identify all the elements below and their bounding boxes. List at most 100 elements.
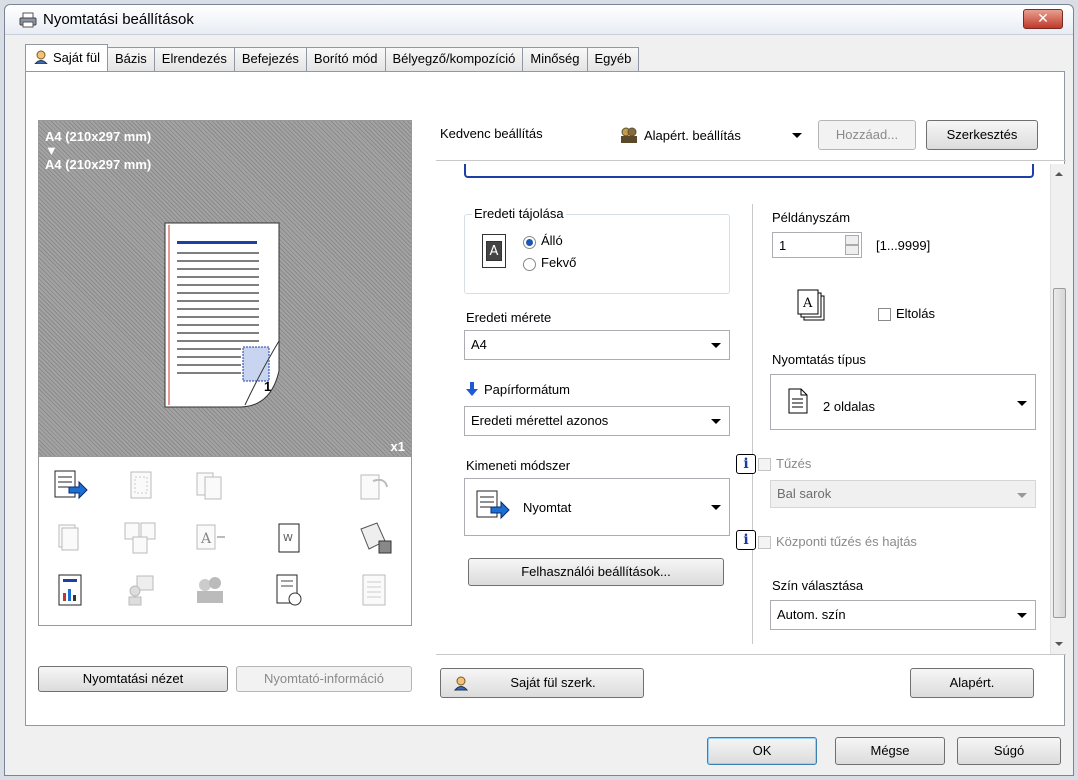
orientation-preview-icon: A — [482, 234, 506, 268]
center-staple-checkbox[interactable] — [758, 536, 771, 549]
spin-up-button[interactable] — [845, 235, 859, 245]
chart-page-icon[interactable] — [53, 573, 89, 607]
tab-panel: A4 (210x297 mm) ▼ A4 (210x297 mm) 1 x1 A… — [25, 71, 1067, 726]
column-divider — [752, 204, 753, 644]
paper-size-dropdown[interactable]: Eredeti mérettel azonos — [464, 406, 730, 436]
users-icon — [621, 127, 637, 143]
down-arrow-icon: ▼ — [45, 143, 58, 158]
target-size-label: A4 (210x297 mm) — [45, 157, 152, 172]
print-type-dropdown[interactable]: 2 oldalas — [770, 374, 1036, 430]
user-box-icon[interactable] — [123, 573, 159, 607]
staple-position-dropdown[interactable]: Bal sarok — [770, 480, 1036, 508]
chevron-down-icon — [1017, 401, 1027, 406]
tab-quality[interactable]: Minőség — [522, 47, 588, 71]
landscape-radio[interactable] — [523, 258, 536, 271]
arrow-down-icon — [466, 382, 478, 396]
user-icon — [34, 50, 48, 64]
page-number: 1 — [264, 379, 272, 394]
staple-info-icon[interactable]: i — [736, 454, 756, 474]
blank-page-icon[interactable] — [123, 469, 159, 503]
add-favorite-button[interactable]: Hozzáad... — [818, 120, 916, 150]
print-type-label: Nyomtatás típus — [772, 352, 866, 367]
tab-layout[interactable]: Elrendezés — [153, 47, 235, 71]
svg-text:W: W — [283, 533, 293, 544]
landscape-label: Fekvő — [541, 255, 577, 270]
chevron-down-icon — [711, 419, 721, 424]
tab-other[interactable]: Egyéb — [586, 47, 640, 71]
scrollbar-thumb[interactable] — [1053, 288, 1066, 618]
users-group-icon[interactable] — [193, 573, 229, 607]
page-preview-graphic — [164, 222, 280, 408]
copies-label: Példányszám — [772, 210, 851, 225]
svg-text:A: A — [802, 296, 813, 311]
letter-a-page-icon[interactable]: A — [193, 521, 229, 555]
favorite-settings-dropdown[interactable]: Alapért. beállítás — [614, 120, 810, 150]
tab-basic[interactable]: Bázis — [106, 47, 155, 71]
output-method-label: Kimeneti módszer — [466, 458, 571, 473]
chevron-down-icon — [792, 133, 802, 138]
chevron-down-icon — [711, 505, 721, 510]
tab-strip: Saját fül Bázis Elrendezés Befejezés Bor… — [25, 44, 640, 71]
watermark-page-icon[interactable]: W — [271, 521, 307, 555]
help-button[interactable]: Súgó — [957, 737, 1061, 765]
original-size-dropdown[interactable]: A4 — [464, 330, 730, 360]
cancel-button[interactable]: Mégse — [835, 737, 945, 765]
spin-down-button[interactable] — [845, 245, 859, 255]
favorite-settings-label: Kedvenc beállítás — [440, 126, 543, 141]
paper-size-value: Eredeti mérettel azonos — [471, 413, 609, 428]
window-title: Nyomtatási beállítások — [43, 11, 194, 28]
copies-value: 1 — [779, 238, 787, 253]
scroll-up-icon[interactable] — [1055, 172, 1063, 176]
edit-favorite-button[interactable]: Szerkesztés — [926, 120, 1038, 150]
copies-input[interactable]: 1 — [772, 232, 862, 258]
tab-cover-mode[interactable]: Borító mód — [305, 47, 386, 71]
staple-label: Tűzés — [776, 456, 812, 471]
color-selection-dropdown[interactable]: Autom. szín — [770, 600, 1036, 630]
center-staple-label: Központi tűzés és hajtás — [776, 534, 917, 549]
center-staple-info-icon[interactable]: i — [736, 530, 756, 550]
function-icon-grid: A W — [38, 456, 412, 626]
tab-label: Saját fül — [53, 50, 100, 65]
color-selection-value: Autom. szín — [777, 607, 846, 622]
rotate-page-icon[interactable] — [357, 469, 393, 503]
favorite-selected-value: Alapért. beállítás — [644, 128, 741, 143]
multi-page-icon[interactable] — [123, 521, 159, 555]
copies-badge: x1 — [390, 439, 405, 454]
color-selection-label: Szín választása — [772, 578, 864, 593]
divider — [436, 654, 1066, 655]
edit-my-tab-button[interactable]: Saját fül szerk. — [440, 668, 644, 698]
output-method-value: Nyomtat — [523, 500, 572, 515]
scroll-down-icon[interactable] — [1055, 642, 1063, 646]
output-method-dropdown[interactable]: Nyomtat — [464, 478, 730, 536]
staple-checkbox[interactable] — [758, 458, 771, 471]
print-view-button[interactable]: Nyomtatási nézet — [38, 666, 228, 692]
print-output-icon — [476, 490, 510, 520]
tab-finishing[interactable]: Befejezés — [233, 47, 307, 71]
printer-info-button[interactable]: Nyomtató-információ — [236, 666, 412, 692]
user-settings-button[interactable]: Felhasználói beállítások... — [468, 558, 724, 586]
close-button[interactable]: ✕ — [1023, 9, 1063, 29]
copy-pages-icon[interactable] — [193, 469, 229, 503]
tab-my-tab[interactable]: Saját fül — [25, 44, 108, 71]
chevron-down-icon — [1017, 493, 1027, 498]
document-lines-icon[interactable] — [357, 573, 393, 607]
original-size-label: Eredeti mérete — [466, 310, 552, 325]
default-button[interactable]: Alapért. — [910, 668, 1034, 698]
print-output-icon[interactable] — [53, 469, 89, 503]
scheduled-page-icon[interactable] — [271, 573, 307, 607]
copies-range: [1...9999] — [876, 238, 931, 253]
duplex-page-icon — [788, 388, 808, 414]
ok-button[interactable]: OK — [707, 737, 817, 765]
secure-print-icon[interactable] — [357, 521, 393, 555]
offset-checkbox[interactable] — [878, 308, 891, 321]
vertical-scrollbar[interactable] — [1050, 164, 1067, 654]
tab-stamp[interactable]: Bélyegző/kompozíció — [384, 47, 524, 71]
print-settings-window: Nyomtatási beállítások ✕ Saját fül Bázis… — [4, 4, 1074, 776]
printer-icon — [19, 12, 37, 28]
stacked-pages-icon[interactable] — [53, 521, 89, 555]
svg-text:A: A — [200, 531, 212, 547]
offset-stack-icon: A — [797, 289, 825, 321]
user-icon — [453, 676, 469, 691]
portrait-radio[interactable] — [523, 236, 536, 249]
collapsed-section-border — [464, 164, 1034, 178]
